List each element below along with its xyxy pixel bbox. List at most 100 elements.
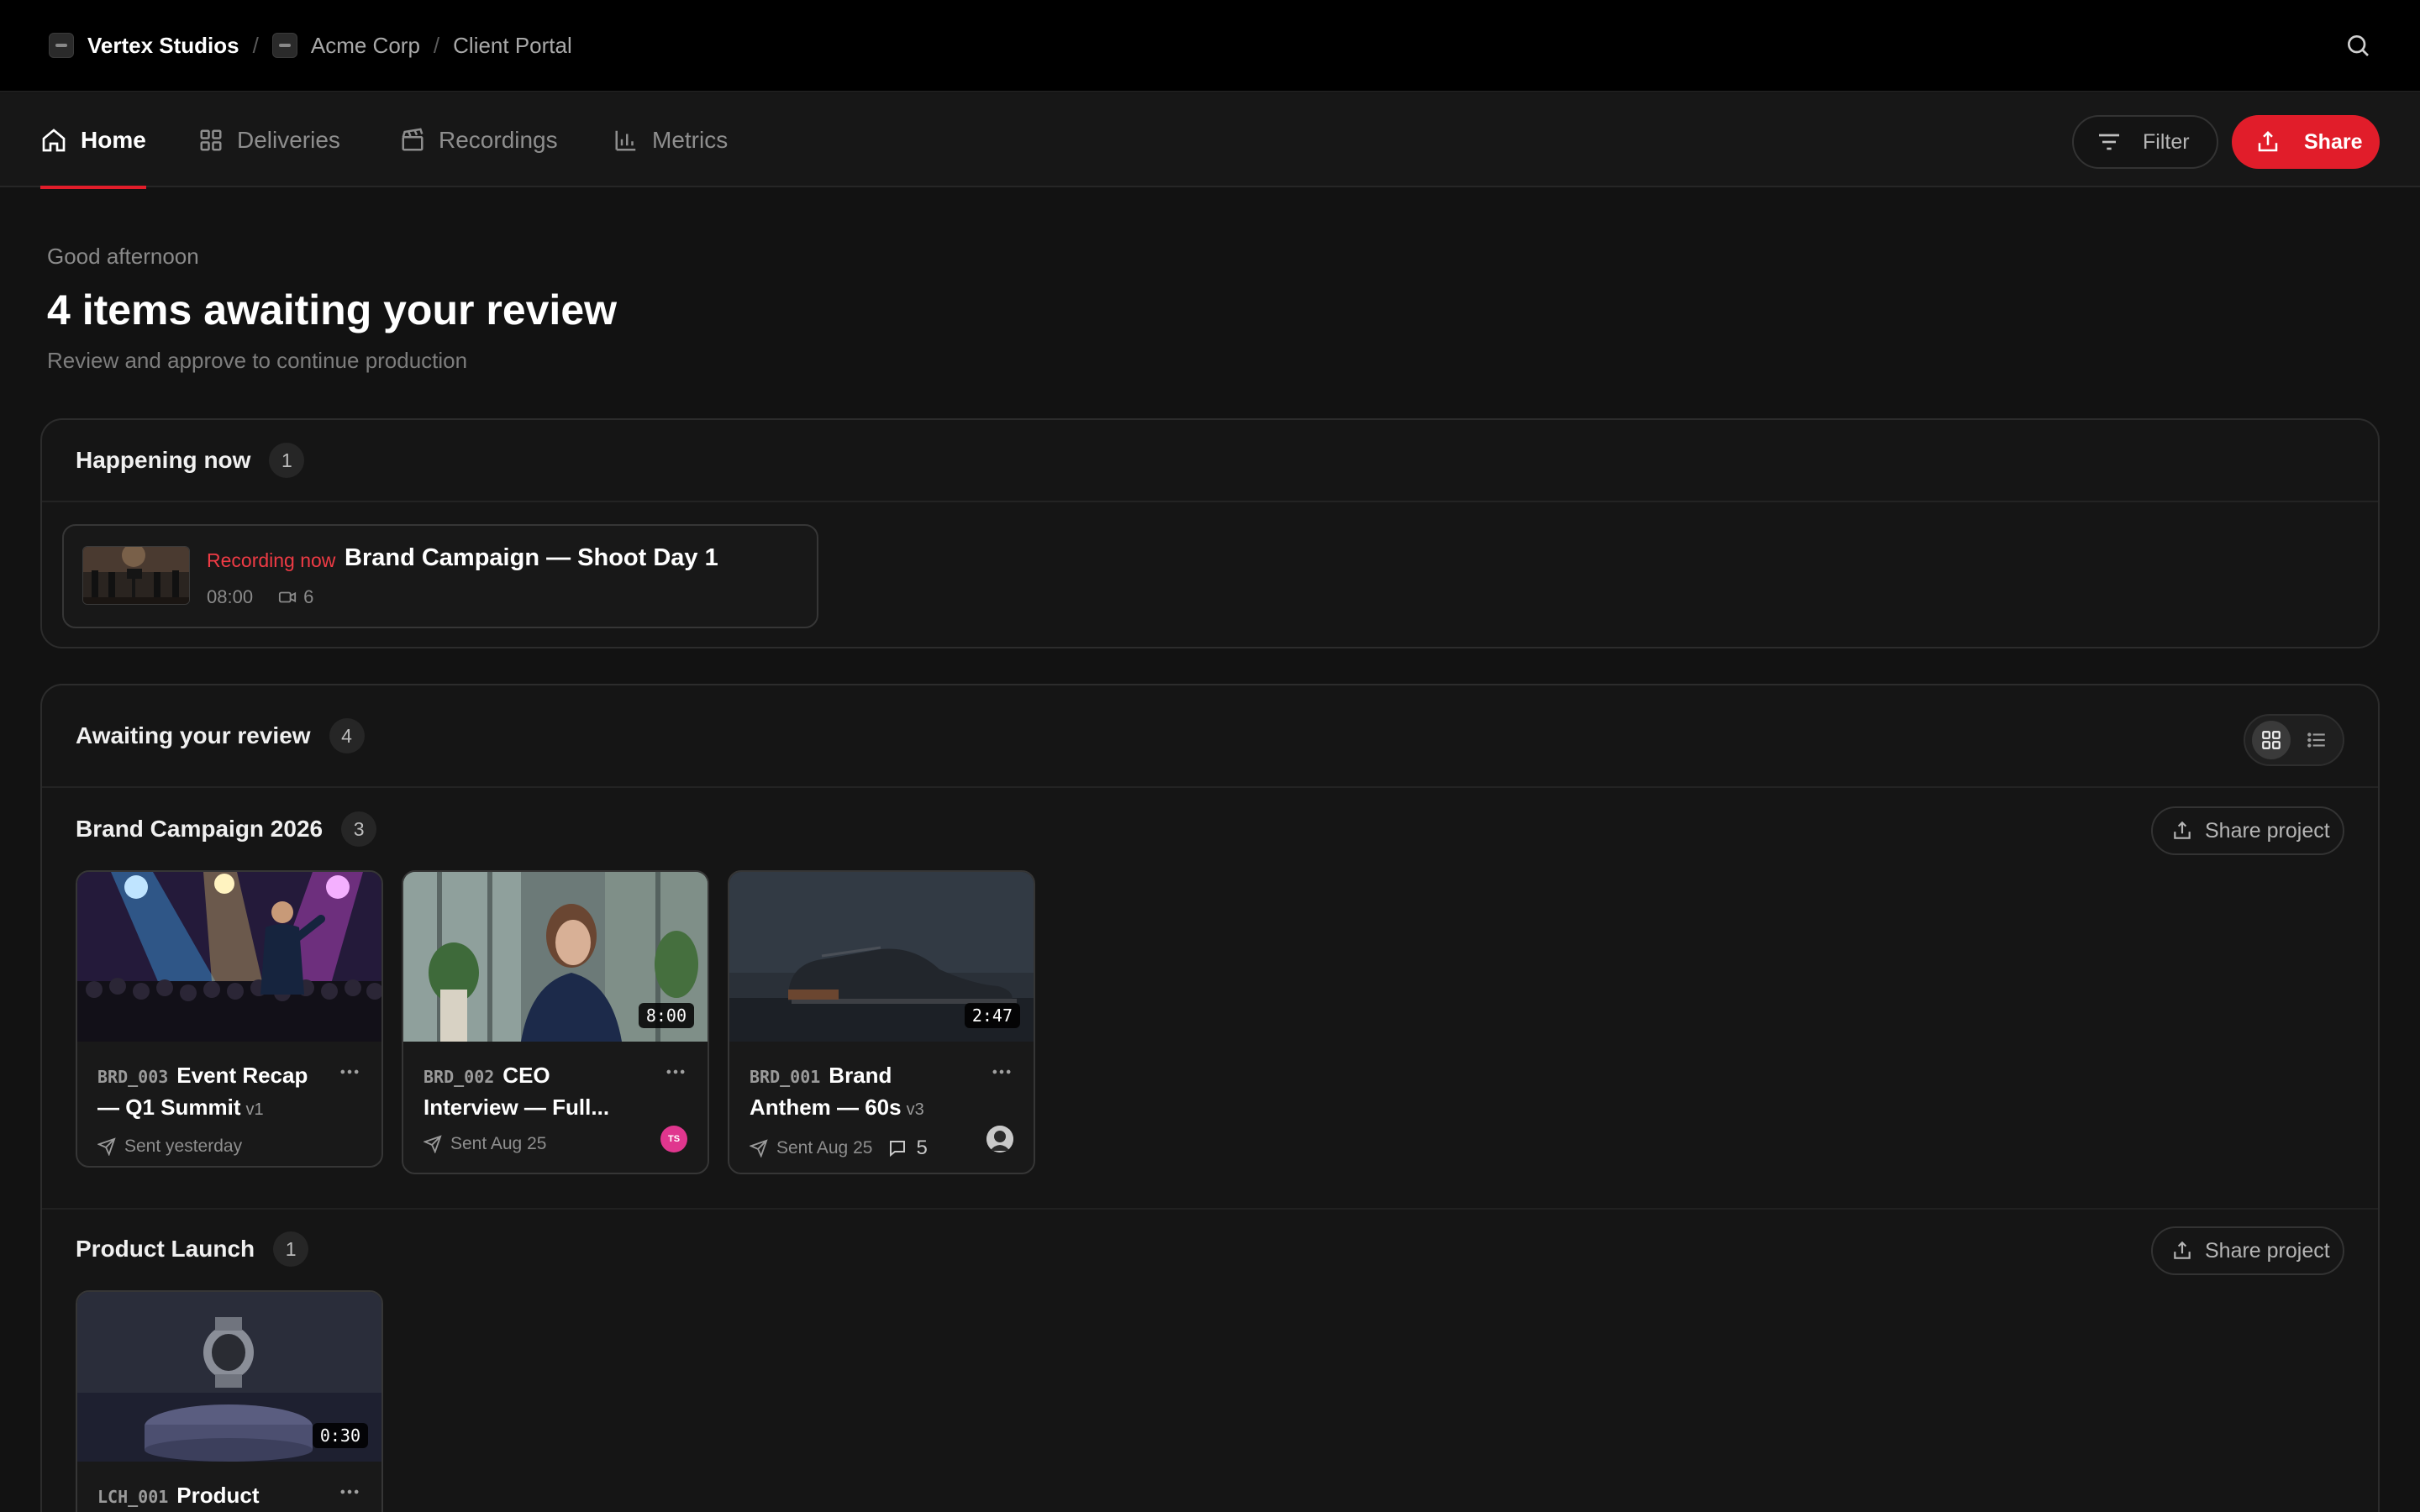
page-title: 4 items awaiting your review: [47, 286, 618, 333]
card-version: v1: [245, 1100, 264, 1119]
happening-now-count: 1: [269, 443, 305, 478]
org-logo-icon: [49, 33, 74, 58]
video-thumbnail: 8:00: [403, 872, 708, 1042]
live-session-card[interactable]: Recording now Brand Campaign — Shoot Day…: [62, 524, 818, 628]
clapperboard-icon: [402, 128, 424, 151]
project-count: 1: [273, 1231, 309, 1267]
send-icon: [750, 1139, 768, 1158]
tab-metrics-label: Metrics: [652, 127, 729, 153]
bar-chart-icon: [615, 130, 636, 151]
share-project-button[interactable]: Share project: [2151, 806, 2344, 855]
breadcrumb-client[interactable]: Acme Corp: [311, 33, 420, 59]
awaiting-review-title: Awaiting your review: [76, 722, 311, 748]
more-horizontal-icon: [992, 1069, 1011, 1074]
happening-now-header: Happening now 1: [42, 420, 2378, 502]
project-group-header: Product Launch 1: [76, 1231, 309, 1267]
card-title: BRD_002 CEO Interview — Full...: [424, 1060, 650, 1122]
tab-recordings-label: Recordings: [439, 127, 558, 153]
tab-home-label: Home: [81, 127, 146, 153]
live-session-title: Brand Campaign — Shoot Day 1: [345, 544, 718, 571]
card-title: BRD_001 Brand Anthem — 60s v3: [750, 1060, 976, 1125]
tab-recordings[interactable]: Recordings: [400, 93, 558, 187]
card-version: v3: [906, 1100, 924, 1119]
share-project-label: Share project: [2205, 1238, 2330, 1263]
breadcrumb-org[interactable]: Vertex Studios: [87, 33, 239, 59]
live-session-time: 08:00: [207, 586, 254, 607]
project-group-header: Brand Campaign 2026 3: [76, 811, 377, 847]
top-bar: Vertex Studios / Acme Corp / Client Port…: [0, 0, 2420, 92]
tab-deliveries-label: Deliveries: [237, 127, 340, 153]
comment-count[interactable]: 5: [887, 1137, 928, 1160]
tab-metrics[interactable]: Metrics: [613, 93, 728, 187]
card-sent: Sent Aug 25: [776, 1138, 873, 1158]
video-thumbnail: 2:47: [729, 872, 1034, 1042]
tab-deliveries[interactable]: Deliveries: [198, 93, 340, 187]
client-logo-icon: [271, 33, 297, 58]
breadcrumb-separator: /: [252, 32, 259, 58]
video-thumbnail: 0:30: [77, 1292, 381, 1462]
project-title: Brand Campaign 2026: [76, 816, 324, 842]
review-card[interactable]: 8:00 BRD_002 CEO Interview — Full... Sent…: [402, 870, 709, 1174]
card-title: BRD_003 Event Recap — Q1 Summit v1: [97, 1060, 324, 1125]
awaiting-review-panel: Awaiting your review 4 Brand Campaign 20…: [40, 684, 2380, 1512]
happening-now-panel: Happening now 1 Recording now Brand Camp…: [40, 418, 2380, 648]
video-duration: 0:30: [312, 1423, 368, 1448]
card-code: BRD_003: [97, 1067, 169, 1087]
list-view-button[interactable]: [2297, 721, 2336, 759]
breadcrumb-portal[interactable]: Client Portal: [453, 33, 572, 59]
grid-icon: [200, 129, 222, 151]
card-more-button[interactable]: [990, 1060, 1013, 1084]
filter-label: Filter: [2143, 129, 2190, 154]
grid-view-icon: [2262, 731, 2281, 749]
review-card[interactable]: 0:30 LCH_001 Product: [76, 1290, 383, 1512]
card-title-text: Product: [176, 1483, 260, 1508]
project-title: Product Launch: [76, 1236, 255, 1262]
card-code: BRD_002: [424, 1067, 495, 1087]
review-card[interactable]: 2:47 BRD_001 Brand Anthem — 60s v3 Sent Au…: [728, 870, 1035, 1174]
breadcrumb-separator: /: [433, 32, 440, 58]
card-more-button[interactable]: [338, 1480, 361, 1504]
page-subtitle: Review and approve to continue productio…: [47, 348, 468, 373]
search-icon: [2348, 35, 2369, 56]
comment-icon: [890, 1141, 906, 1158]
avatar[interactable]: [986, 1126, 1013, 1152]
breadcrumb: Vertex Studios / Acme Corp / Client Port…: [49, 33, 572, 59]
send-icon: [97, 1137, 116, 1156]
live-session-thumbnail: [82, 546, 190, 605]
nav-bar: Home Deliveries Recordings Metrics Filte…: [0, 93, 2420, 189]
happening-now-title: Happening now: [76, 447, 251, 473]
user-photo-icon: [986, 1126, 1013, 1152]
card-meta: Sent yesterday: [97, 1137, 361, 1157]
share-button[interactable]: Share: [2232, 115, 2380, 169]
project-count: 3: [341, 811, 377, 847]
awaiting-review-count: 4: [329, 718, 365, 753]
video-thumbnail: [77, 872, 381, 1042]
greeting: Good afternoon: [47, 244, 199, 269]
filter-icon: [2099, 134, 2119, 150]
upload-icon: [2258, 130, 2278, 152]
send-icon: [424, 1135, 442, 1153]
card-code: BRD_001: [750, 1067, 821, 1087]
upload-icon: [2174, 821, 2191, 839]
search-button[interactable]: [2344, 32, 2371, 59]
grid-view-button[interactable]: [2252, 721, 2291, 759]
view-toggle: [2244, 714, 2344, 766]
card-sent: Sent Aug 25: [450, 1134, 547, 1153]
recording-now-tag: Recording now: [207, 549, 336, 571]
share-label: Share: [2304, 129, 2363, 154]
group-divider: [42, 1208, 2378, 1210]
comment-count-value: 5: [916, 1137, 928, 1159]
awaiting-review-header: Awaiting your review 4: [42, 685, 2378, 788]
share-project-button[interactable]: Share project: [2151, 1226, 2344, 1275]
video-camera-icon: [278, 591, 297, 603]
tab-home[interactable]: Home: [40, 93, 146, 189]
avatar[interactable]: TS: [660, 1126, 687, 1152]
video-duration: 8:00: [638, 1003, 694, 1028]
card-more-button[interactable]: [664, 1060, 687, 1084]
filter-button[interactable]: Filter: [2072, 115, 2218, 169]
home-icon: [42, 129, 66, 152]
live-session-meta: 08:00 6: [207, 586, 313, 608]
review-card[interactable]: BRD_003 Event Recap — Q1 Summit v1 Sent ye…: [76, 870, 383, 1168]
card-more-button[interactable]: [338, 1060, 361, 1084]
card-code: LCH_001: [97, 1487, 169, 1507]
